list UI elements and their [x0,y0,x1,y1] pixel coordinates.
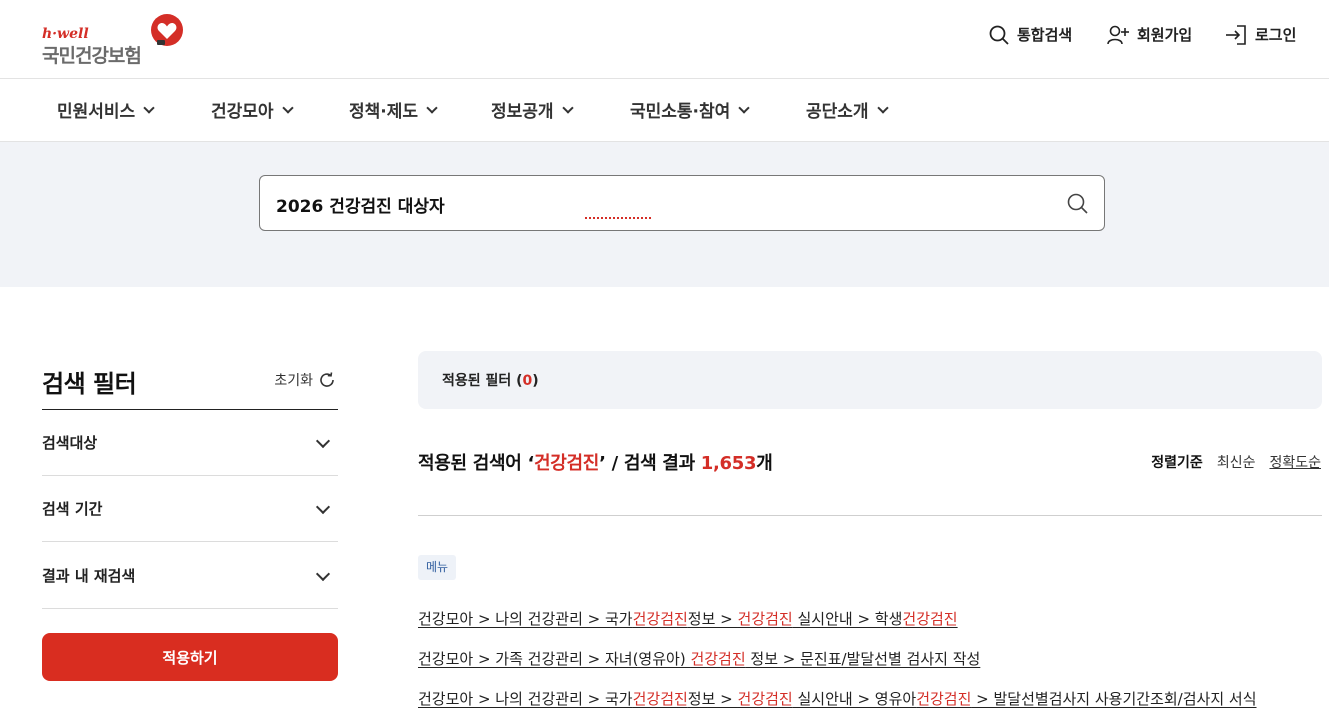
integrated-search-link[interactable]: 통합검색 [989,24,1072,45]
filter-search-period[interactable]: 검색 기간 [42,476,338,542]
top-header: h·well 국민건강보험 통합검색 회원가입 로그인 [0,0,1329,79]
filter-title: 검색 필터 [42,370,137,398]
filter-row-label: 검색대상 [42,434,98,452]
logo-hwell-text: h·well [42,26,89,42]
join-link[interactable]: 회원가입 [1107,24,1192,45]
sort-latest[interactable]: 최신순 [1217,452,1256,472]
integrated-search-label: 통합검색 [1017,26,1073,44]
chevron-down-icon [281,101,294,114]
gnb-label: 민원서비스 [57,102,136,122]
result-link[interactable]: 건강모아 > 가족 건강관리 > 자녀(영유아) 건강검진 정보 > 문진표/발… [418,648,980,669]
spellcheck-underline [585,215,651,219]
summary-middle: ’ / 검색 결과 [599,453,701,474]
gnb-label: 국민소통·참여 [630,102,731,122]
keyword-highlight: 건강검진 [737,610,793,628]
gnb-label: 공단소개 [806,102,869,122]
main-navigation: 민원서비스 건강모아 정책·제도 정보공개 국민소통·참여 공단소개 [0,79,1329,142]
search-submit-icon[interactable] [1066,192,1090,216]
user-add-icon [1107,25,1129,44]
site-logo[interactable]: h·well 국민건강보험 [42,14,192,67]
link-part: 건강모아 > 가족 건강관리 > 자녀(영유아) [418,650,691,668]
apply-filter-button[interactable]: 적용하기 [42,633,338,681]
link-part: 실시안내 > 영유아 [792,690,917,708]
link-part: 정보 > 문진표/발달선별 검사지 작성 [745,650,981,668]
search-input[interactable] [276,190,1036,218]
keyword-highlight: 건강검진 [690,650,746,668]
logo-name: 국민건강보험 [42,45,142,67]
join-label: 회원가입 [1137,26,1193,44]
filter-row-label: 결과 내 재검색 [42,567,136,585]
keyword-highlight: 건강검진 [632,690,688,708]
link-part: > 발달선별검사지 사용기간조회/검사지 서식 [971,690,1257,708]
keyword-highlight: 건강검진 [632,610,688,628]
sort-accuracy[interactable]: 정확도순 [1269,452,1321,472]
gnb-label: 건강모아 [211,102,274,122]
gnb-label: 정책·제도 [349,102,419,122]
applied-count: 0 [522,373,533,389]
chevron-down-icon [143,101,155,114]
login-icon [1226,24,1246,45]
summary-prefix: 적용된 검색어 ‘ [418,453,535,474]
applied-filters: 적용된 필터 (0) [418,351,1322,409]
summary-count: 1,653 [700,453,757,474]
gnb-civil-service[interactable]: 민원서비스 [57,97,155,122]
result-link[interactable]: 건강모아 > 나의 건강관리 > 국가건강검진정보 > 건강검진 실시안내 > … [418,688,1257,709]
chevron-down-icon [738,101,750,114]
link-part: 정보 > [687,610,738,628]
filter-search-target[interactable]: 검색대상 [42,410,338,476]
link-part: 실시안내 > 학생 [792,610,903,628]
reset-label: 초기화 [274,373,313,389]
chevron-down-icon [876,101,889,114]
refresh-icon [320,372,334,387]
chevron-down-icon [426,101,438,114]
gnb-label: 정보공개 [491,102,554,122]
link-part: 건강모아 > 나의 건강관리 > 국가 [418,610,633,628]
summary-suffix: 개 [756,453,773,474]
applied-label: 적용된 필터 ( [442,373,523,389]
summary-keyword: 건강검진 [534,453,600,474]
gnb-disclosure[interactable]: 정보공개 [491,97,574,122]
keyword-highlight: 건강검진 [902,610,958,628]
gnb-health-moa[interactable]: 건강모아 [211,97,294,122]
sort-label: 정렬기준 [1151,455,1203,471]
link-part: 정보 > [687,690,738,708]
gnb-policy[interactable]: 정책·제도 [349,97,438,122]
divider [418,515,1322,516]
gnb-about[interactable]: 공단소개 [806,97,889,122]
applied-filters-text: 적용된 필터 (0) [442,370,539,390]
result-summary: 적용된 검색어 ‘건강검진’ / 검색 결과 1,653개 [418,449,773,475]
applied-close: ) [532,373,539,389]
filter-research-within[interactable]: 결과 내 재검색 [42,543,338,609]
chevron-down-icon [315,433,331,449]
chevron-down-icon [561,101,574,114]
chevron-down-icon [315,566,331,582]
gnb-communication[interactable]: 국민소통·참여 [630,97,750,122]
search-box [259,175,1105,231]
heart-logo-icon [151,14,183,46]
search-band [0,142,1329,287]
result-link[interactable]: 건강모아 > 나의 건강관리 > 국가건강검진정보 > 건강검진 실시안내 > … [418,608,958,629]
link-part: 건강모아 > 나의 건강관리 > 국가 [418,690,633,708]
search-icon [989,25,1009,45]
reset-button[interactable]: 초기화 [274,370,336,390]
filter-row-label: 검색 기간 [42,500,103,518]
keyword-highlight: 건강검진 [916,690,972,708]
login-link[interactable]: 로그인 [1225,24,1296,45]
chevron-down-icon [315,499,331,515]
sort-options: 정렬기준 최신순 정확도순 [1151,452,1321,472]
category-tag: 메뉴 [418,555,457,580]
login-label: 로그인 [1255,26,1297,44]
filter-header: 검색 필터 초기화 [42,362,338,410]
keyword-highlight: 건강검진 [737,690,793,708]
